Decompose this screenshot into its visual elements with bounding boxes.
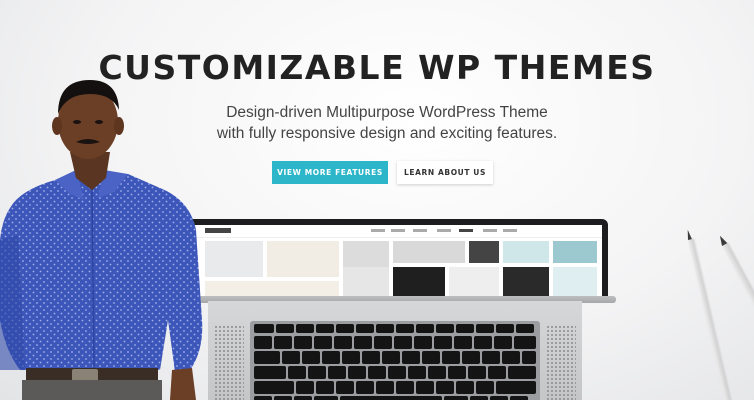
key-row <box>254 351 536 364</box>
screen-tile <box>393 241 465 263</box>
screen-nav <box>191 225 602 238</box>
screen-nav-item <box>371 229 385 232</box>
key-row <box>254 324 534 333</box>
speaker-grille <box>214 325 244 400</box>
screen-nav-item <box>503 229 517 232</box>
learn-about-us-button[interactable]: LEARN ABOUT US <box>397 161 493 184</box>
pencil-icon <box>688 238 734 400</box>
speaker-grille <box>546 325 576 400</box>
presenter-photo <box>0 80 203 400</box>
key-row <box>254 336 536 349</box>
pencil-icon <box>722 243 754 352</box>
screen-tile <box>205 241 263 277</box>
key-row <box>254 396 528 400</box>
hero-banner: CUSTOMIZABLE WP THEMES Design-driven Mul… <box>0 0 754 400</box>
key-row <box>254 366 536 379</box>
screen-nav-item <box>391 229 405 232</box>
screen-tile <box>469 241 499 263</box>
view-more-features-button[interactable]: VIEW MORE FEATURES <box>272 161 388 184</box>
key-row <box>254 381 536 394</box>
laptop-screen <box>191 225 602 301</box>
screen-nav-item <box>459 229 473 232</box>
laptop-icon <box>185 219 608 301</box>
screen-nav-item <box>483 229 497 232</box>
keyboard <box>250 321 540 400</box>
screen-tile <box>267 241 339 277</box>
laptop-keyboard-deck <box>208 301 582 400</box>
screen-tile <box>553 241 597 263</box>
screen-tile <box>503 241 549 263</box>
screen-nav-item <box>437 229 451 232</box>
screen-nav-item <box>413 229 427 232</box>
